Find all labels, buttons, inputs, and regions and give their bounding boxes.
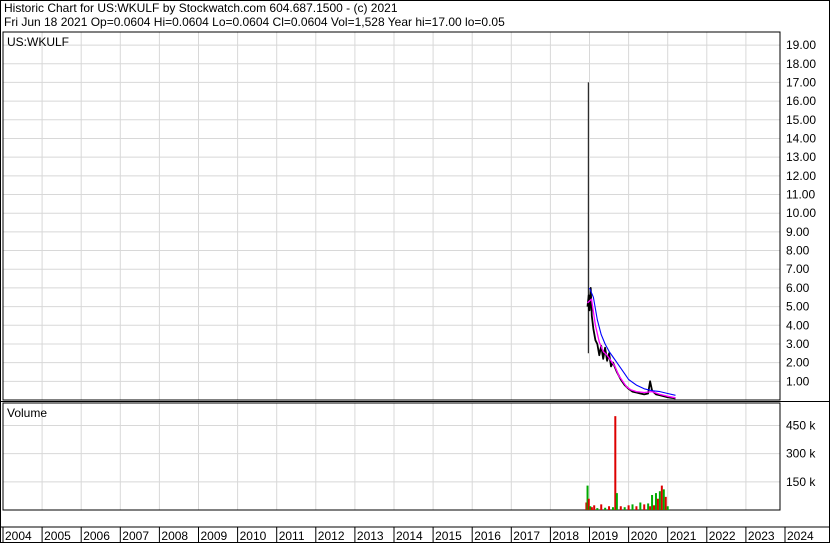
price-tick-label: 1.00 — [786, 374, 810, 388]
year-tick-label: 2017 — [513, 529, 540, 543]
price-tick-label: 8.00 — [786, 244, 810, 258]
ma_long-line — [588, 287, 676, 396]
price-tick-label: 4.00 — [786, 318, 810, 332]
stock-chart: US:WKULF Volume 19.00 18.00 17.00 16.00 15.00 1… — [0, 0, 830, 543]
volume-bar — [651, 494, 654, 510]
price-tick-label: 12.00 — [786, 169, 816, 183]
year-tick-label: 2014 — [396, 529, 423, 543]
price-tick-label: 18.00 — [786, 57, 816, 71]
volume-bar — [600, 504, 603, 510]
volume-bars — [585, 416, 669, 510]
year-tick-label: 2009 — [201, 529, 228, 543]
price-tick-label: 19.00 — [786, 38, 816, 52]
price-tick-label: 16.00 — [786, 94, 816, 108]
price-panel-frame — [2, 31, 781, 401]
volume-bar — [608, 506, 611, 510]
volume-bar — [654, 493, 657, 510]
volume-bar — [623, 507, 626, 510]
year-tick-label: 2021 — [670, 529, 697, 543]
volume-bar — [649, 506, 652, 510]
volume-bar — [653, 505, 656, 510]
price-tick-label: 7.00 — [786, 262, 810, 276]
volume-bar — [604, 507, 607, 510]
price-tick-label: 11.00 — [786, 188, 815, 202]
price-tick-label: 17.00 — [786, 75, 816, 89]
year-tick-label: 2024 — [787, 529, 814, 543]
volume-bar — [662, 489, 665, 510]
year-tick-label: 2008 — [161, 529, 188, 543]
year-tick-label: 2022 — [709, 529, 736, 543]
year-tick-label: 2019 — [592, 529, 619, 543]
year-tick-label: 2016 — [474, 529, 501, 543]
price-panel-label: US:WKULF — [7, 35, 69, 49]
price-tick-label: 13.00 — [786, 150, 816, 164]
year-tick-label: 2004 — [5, 529, 32, 543]
year-tick-label: 2005 — [44, 529, 71, 543]
price-tick-label: 5.00 — [786, 300, 810, 314]
year-tick-label: 2007 — [122, 529, 149, 543]
year-tick-label: 2012 — [318, 529, 345, 543]
price-tick-label: 2.00 — [786, 356, 810, 370]
volume-bar — [660, 485, 663, 510]
volume-bar — [615, 493, 618, 510]
volume-bar — [664, 496, 667, 510]
volume-bar — [658, 491, 661, 510]
volume-bar — [627, 505, 630, 510]
volume-bar — [619, 506, 622, 510]
price-tick-label: 15.00 — [786, 113, 816, 127]
volume-bar — [643, 504, 646, 510]
volume-bar — [656, 498, 659, 510]
price-tick-label: 9.00 — [786, 225, 810, 239]
chart-outer-frame — [0, 0, 830, 543]
volume-bar — [647, 503, 650, 510]
volume-tick-label: 300 k — [786, 447, 816, 461]
volume-bar — [593, 505, 596, 510]
volume-bar — [631, 504, 634, 510]
volume-panel-label: Volume — [7, 406, 47, 420]
grid-lines — [3, 32, 780, 510]
volume-tick-label: 450 k — [786, 419, 816, 433]
year-tick-label: 2013 — [357, 529, 384, 543]
year-tick-label: 2023 — [748, 529, 775, 543]
volume-bar — [596, 508, 599, 510]
price-tick-label: 3.00 — [786, 337, 810, 351]
price-tick-label: 10.00 — [786, 206, 816, 220]
year-tick-label: 2015 — [435, 529, 462, 543]
year-tick-label: 2010 — [240, 529, 267, 543]
volume-bar — [639, 502, 642, 510]
volume-bar — [666, 506, 669, 510]
year-tick-label: 2006 — [83, 529, 110, 543]
volume-bar — [590, 507, 593, 510]
year-tick-label: 2018 — [552, 529, 579, 543]
price-tick-label: 6.00 — [786, 281, 810, 295]
year-tick-label: 2020 — [631, 529, 658, 543]
volume-bar — [635, 506, 638, 510]
volume-bar — [611, 507, 614, 510]
price-tick-label: 14.00 — [786, 131, 816, 145]
year-tick-label: 2011 — [279, 529, 305, 543]
volume-tick-label: 150 k — [786, 475, 816, 489]
